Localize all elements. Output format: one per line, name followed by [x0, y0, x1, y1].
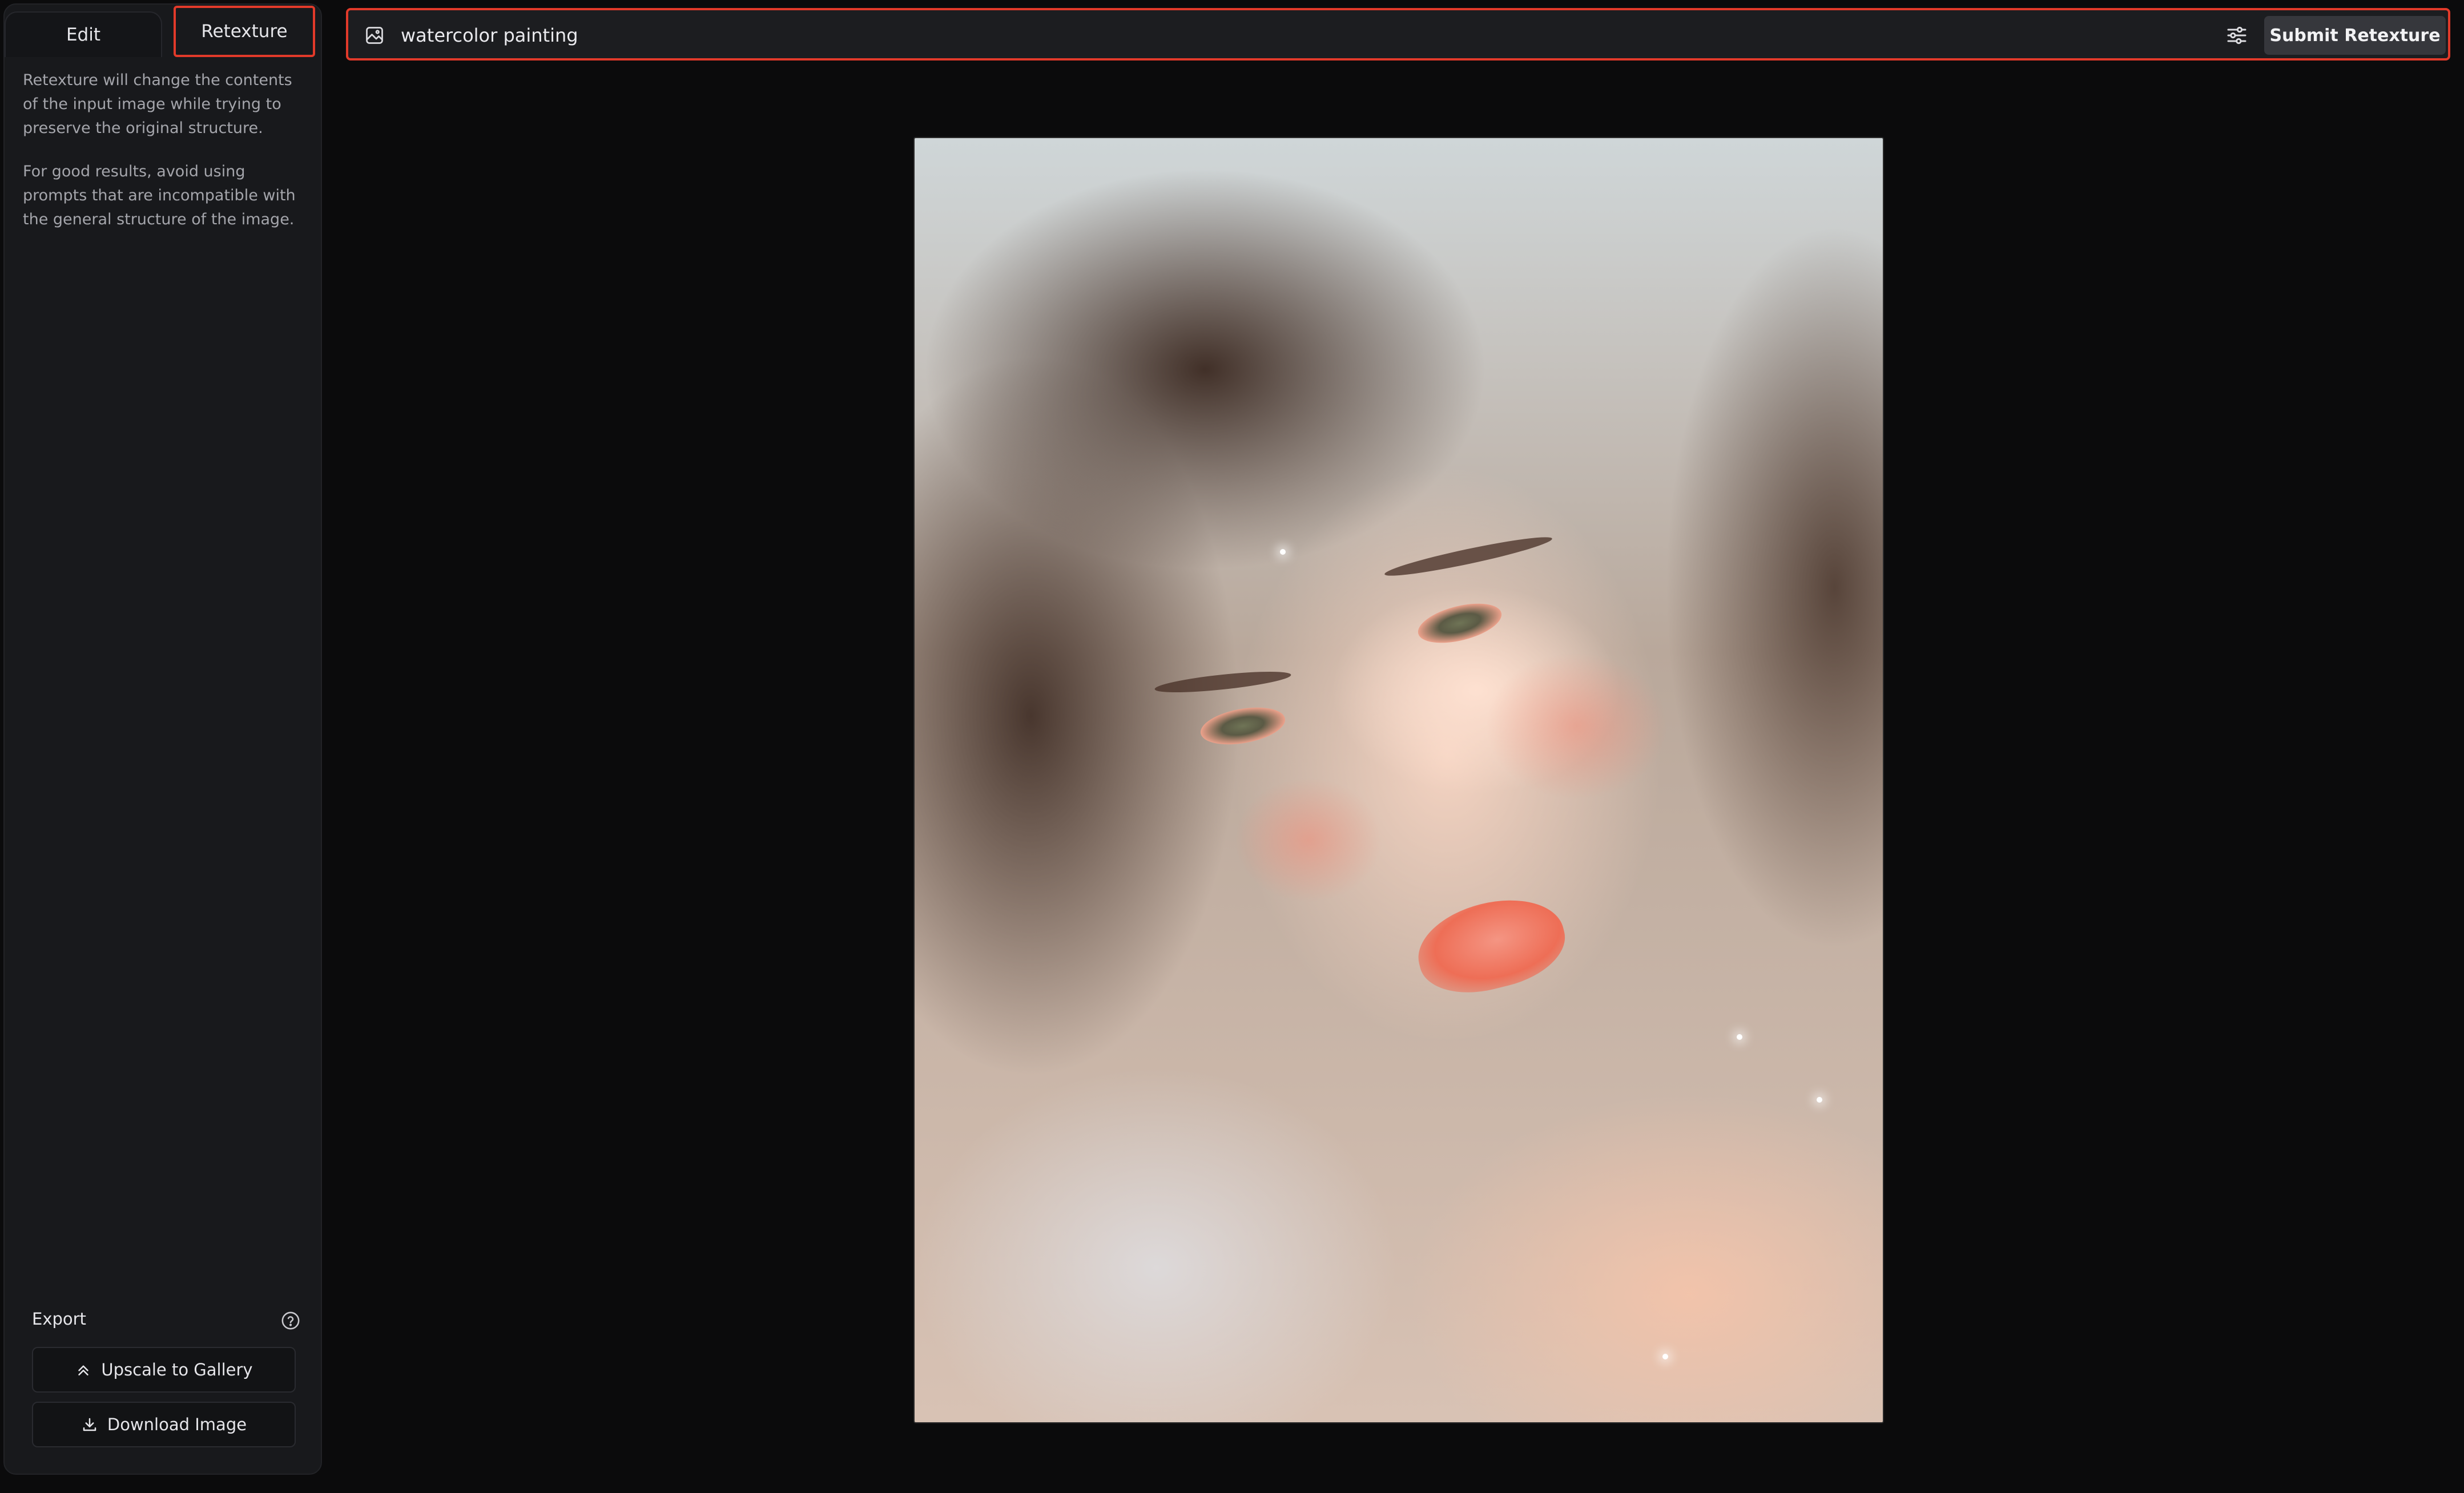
download-image-label: Download Image — [107, 1415, 247, 1434]
image-sparkle — [1817, 1097, 1822, 1103]
tab-edit[interactable]: Edit — [5, 11, 162, 57]
sidebar-panel: Edit Retexture Retexture will change the… — [3, 3, 322, 1475]
portrait-image — [913, 137, 1884, 1423]
image-brow-right — [1383, 531, 1554, 582]
image-sparkle — [1280, 549, 1286, 555]
image-sparkle — [1662, 1354, 1668, 1359]
upscale-to-gallery-button[interactable]: Upscale to Gallery — [32, 1347, 296, 1393]
help-circle-icon[interactable] — [281, 1311, 300, 1330]
image-brow-left — [1154, 667, 1292, 697]
prompt-bar: Submit Retexture — [346, 8, 2450, 60]
sliders-icon[interactable] — [2225, 24, 2248, 47]
retexture-description: Retexture will change the contents of th… — [23, 71, 292, 137]
upscale-to-gallery-label: Upscale to Gallery — [101, 1360, 253, 1379]
tab-edit-label: Edit — [66, 25, 101, 45]
image-eye-right — [1414, 596, 1506, 651]
download-icon — [83, 1418, 96, 1431]
tab-retexture-label: Retexture — [201, 21, 288, 42]
image-blush-left — [1234, 777, 1383, 903]
image-lips — [1408, 886, 1574, 1006]
prompt-input[interactable] — [401, 18, 2113, 53]
retexture-tip: For good results, avoid using prompts th… — [23, 163, 296, 228]
chevrons-up-icon — [78, 1365, 89, 1375]
image-blush-right — [1485, 652, 1668, 800]
image-icon — [366, 27, 383, 44]
image-sparkle — [1737, 1034, 1742, 1040]
image-eye-left — [1197, 701, 1289, 750]
export-label: Export — [32, 1309, 86, 1329]
download-image-button[interactable]: Download Image — [32, 1402, 296, 1447]
submit-retexture-button[interactable]: Submit Retexture — [2264, 16, 2446, 55]
tab-retexture[interactable]: Retexture — [174, 6, 315, 57]
mode-tabs: Edit Retexture — [5, 5, 321, 57]
export-header: Export — [32, 1306, 300, 1334]
